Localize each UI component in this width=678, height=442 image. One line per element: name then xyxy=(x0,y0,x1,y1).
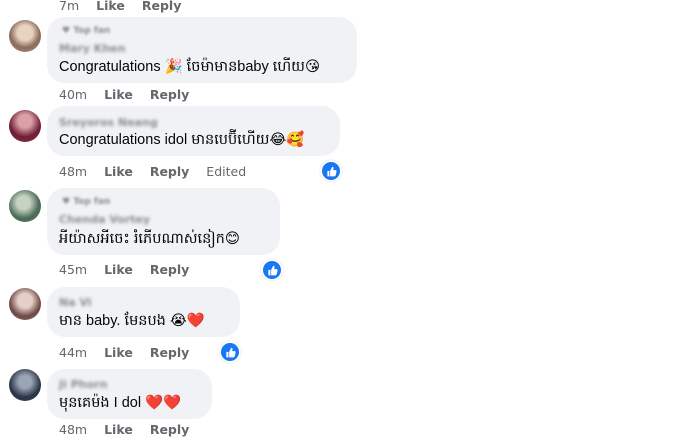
comment-actions: 40m Like Reply xyxy=(59,87,206,102)
like-link[interactable]: Like xyxy=(104,422,133,437)
comment-author[interactable]: Ji Phorn xyxy=(59,378,107,391)
reply-link[interactable]: Reply xyxy=(150,422,189,437)
reply-link[interactable]: Reply xyxy=(150,87,189,102)
like-link[interactable]: Like xyxy=(104,345,133,360)
comment-actions-partial: 7m Like Reply xyxy=(59,0,198,13)
comment-time: 48m xyxy=(59,164,88,179)
comment-actions: 45m Like Reply xyxy=(59,262,206,277)
comment-author[interactable]: Chenda Vortey xyxy=(59,213,150,226)
comment-author[interactable]: Sreyoros Neang xyxy=(59,116,158,129)
reply-link[interactable]: Reply xyxy=(150,164,189,179)
reply-link[interactable]: Reply xyxy=(142,0,181,13)
top-fan-badge: ♥ Top fan xyxy=(62,197,111,207)
like-link[interactable]: Like xyxy=(104,164,133,179)
reply-link[interactable]: Reply xyxy=(150,262,189,277)
like-reaction-icon[interactable] xyxy=(261,259,283,281)
comment-time: 40m xyxy=(59,87,88,102)
like-link[interactable]: Like xyxy=(96,0,125,13)
comment-actions: 44m Like Reply xyxy=(59,345,206,360)
comment-time: 44m xyxy=(59,345,88,360)
comment-text: អីយ៉ាសអីចេះ រំភើបណាស់នៀក😊 xyxy=(59,231,240,247)
comment-text: មុនគេម៉ង I dol ❤️❤️ xyxy=(59,395,182,411)
like-link[interactable]: Like xyxy=(104,87,133,102)
avatar[interactable] xyxy=(9,190,41,222)
comment-text: Congratulations idol មានបេប៊ីហើយ😂🥰 xyxy=(59,132,305,148)
comment-author[interactable]: Mary Khen xyxy=(59,42,125,55)
comment-text: Congratulations 🎉 ចែម៉ាមានbaby ហើយ😘 xyxy=(59,59,321,75)
avatar[interactable] xyxy=(9,369,41,401)
comment-text: មាន baby. មែនបង 😭❤️ xyxy=(59,313,205,329)
comment-time: 45m xyxy=(59,262,88,277)
comment-author[interactable]: Na Vi xyxy=(59,296,92,309)
comment-actions: 48m Like Reply xyxy=(59,422,206,437)
like-reaction-icon[interactable] xyxy=(320,160,342,182)
reply-link[interactable]: Reply xyxy=(150,345,189,360)
comment-time: 7m xyxy=(59,0,80,13)
edited-label[interactable]: Edited xyxy=(206,164,246,179)
like-reaction-icon[interactable] xyxy=(219,341,241,363)
like-link[interactable]: Like xyxy=(104,262,133,277)
top-fan-badge: ♥ Top fan xyxy=(62,26,111,36)
avatar[interactable] xyxy=(9,110,41,142)
avatar[interactable] xyxy=(9,20,41,52)
comment-actions: 48m Like Reply Edited xyxy=(59,164,263,179)
comment-time: 48m xyxy=(59,422,88,437)
avatar[interactable] xyxy=(9,288,41,320)
